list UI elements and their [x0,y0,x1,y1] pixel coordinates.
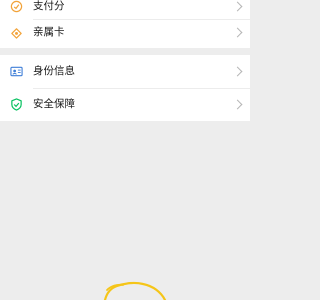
menu-item-payscore[interactable]: 支付分 [0,0,250,19]
menu-item-identity-info[interactable]: 身份信息 [0,55,250,88]
menu-item-security[interactable]: 安全保障 [0,88,250,121]
chevron-right-icon [232,27,243,38]
menu-item-label: 支付分 [33,0,65,12]
payscore-icon [10,0,23,13]
menu-item-label: 身份信息 [33,65,75,77]
menu-item-label: 亲属卡 [33,26,65,38]
menu-item-family-card[interactable]: 亲属卡 [0,19,250,52]
menu-group-2: 身份信息 安全保障 [0,55,250,121]
shield-check-icon [11,98,22,111]
chevron-right-icon [232,1,243,12]
family-card-icon [11,28,22,39]
menu-item-label: 安全保障 [33,98,75,110]
id-card-icon [10,66,23,77]
chevron-right-icon [232,66,243,77]
menu-group-1: 支付分 亲属卡 [0,0,250,48]
chevron-right-icon [232,99,243,110]
yellow-scribble-annotation [103,281,167,300]
